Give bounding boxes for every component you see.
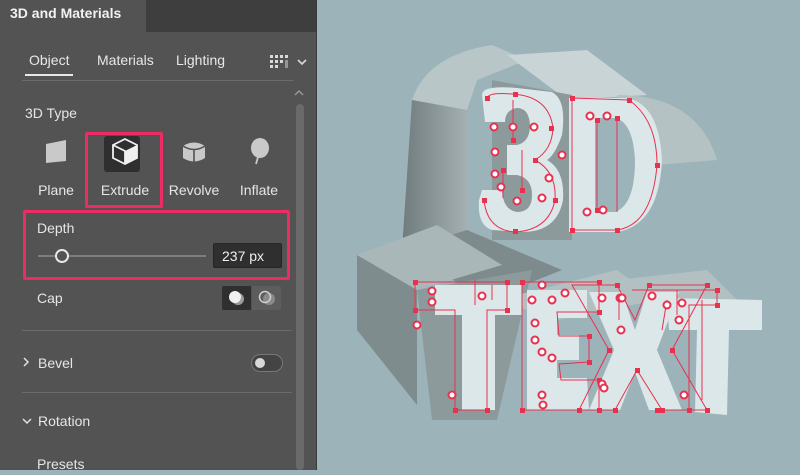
cap-on-icon <box>229 291 244 305</box>
type-inflate-button[interactable]: Inflate <box>227 130 291 204</box>
plane-icon <box>46 140 66 163</box>
tab-divider <box>22 80 294 81</box>
type-inflate-label: Inflate <box>239 182 279 198</box>
render-grid-icon <box>270 55 307 68</box>
cap-on-button[interactable] <box>222 286 251 310</box>
chevron-down-icon[interactable] <box>21 417 33 425</box>
section-divider <box>22 392 292 393</box>
rotation-label[interactable]: Rotation <box>38 413 90 429</box>
3d-text-artwork[interactable] <box>317 0 800 470</box>
scroll-up-arrow-icon[interactable] <box>294 88 304 98</box>
type-revolve-label: Revolve <box>168 182 220 198</box>
chevron-down-icon <box>297 59 307 66</box>
cap-off-icon <box>258 290 275 305</box>
tab-lighting[interactable]: Lighting <box>176 52 225 68</box>
active-tab-underline <box>25 74 73 76</box>
bevel-toggle[interactable] <box>251 354 283 372</box>
revolve-cylinder-icon <box>182 142 206 162</box>
tab-object[interactable]: Object <box>29 52 69 68</box>
section-3d-type-label: 3D Type <box>25 105 77 121</box>
bevel-toggle-knob <box>255 358 265 368</box>
cap-off-button[interactable] <box>252 286 281 310</box>
type-revolve-button[interactable]: Revolve <box>162 130 226 204</box>
cap-label: Cap <box>37 290 63 306</box>
depth-label: Depth <box>37 220 75 236</box>
panel-scrollbar[interactable] <box>296 104 304 470</box>
tab-materials[interactable]: Materials <box>97 52 154 68</box>
inflate-balloon-icon <box>251 138 269 165</box>
section-divider <box>22 330 292 331</box>
bevel-label[interactable]: Bevel <box>38 355 73 371</box>
extrude-highlight-box <box>85 132 163 208</box>
artboard-canvas[interactable] <box>317 0 800 470</box>
type-plane-button[interactable]: Plane <box>24 130 88 204</box>
depth-value-input[interactable]: 237 px <box>213 243 282 268</box>
depth-slider-thumb[interactable] <box>55 249 69 263</box>
panel-title-tab[interactable]: 3D and Materials <box>0 0 146 32</box>
presets-label: Presets <box>37 456 85 470</box>
3d-materials-panel: 3D and Materials Object Materials Lighti… <box>0 0 317 470</box>
type-plane-label: Plane <box>38 182 74 198</box>
chevron-right-icon[interactable] <box>22 356 30 368</box>
render-options-menu[interactable] <box>268 52 308 72</box>
